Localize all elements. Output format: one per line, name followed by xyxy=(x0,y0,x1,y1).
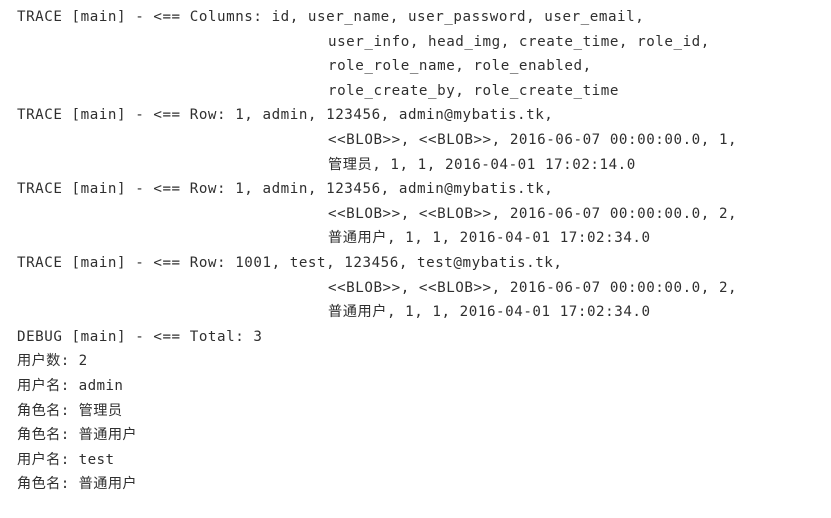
log-line-user-name-1: 用户名: admin xyxy=(17,377,124,394)
log-line-user-count: 用户数: 2 xyxy=(17,353,88,370)
log-line-row1-c1: <<BLOB>>, <<BLOB>>, 2016-06-07 00:00:00.… xyxy=(328,131,738,148)
log-line-columns-c1: user_info, head_img, create_time, role_i… xyxy=(328,33,710,50)
log-line-role-name-2: 角色名: 普通用户 xyxy=(17,427,137,444)
log-line-total: DEBUG [main] - <== Total: 3 xyxy=(17,328,263,345)
log-line-row1-head: TRACE [main] - <== Row: 1, admin, 123456… xyxy=(17,107,554,124)
log-line-columns-c2: role_role_name, role_enabled, xyxy=(328,58,592,75)
log-line-row3-head: TRACE [main] - <== Row: 1001, test, 1234… xyxy=(17,254,563,271)
log-line-row3-c2: 普通用户, 1, 1, 2016-04-01 17:02:34.0 xyxy=(328,304,651,321)
log-line-user-name-2: 用户名: test xyxy=(17,451,115,468)
log-line-columns-c3: role_create_by, role_create_time xyxy=(328,82,619,99)
log-line-row2-head: TRACE [main] - <== Row: 1, admin, 123456… xyxy=(17,181,554,198)
log-line-role-name-3: 角色名: 普通用户 xyxy=(17,476,137,493)
log-line-row2-c1: <<BLOB>>, <<BLOB>>, 2016-06-07 00:00:00.… xyxy=(328,205,738,222)
log-line-role-name-1: 角色名: 管理员 xyxy=(17,402,123,419)
console-output-panel[interactable]: TRACE [main] - <== Columns: id, user_nam… xyxy=(0,0,831,518)
log-line-row2-c2: 普通用户, 1, 1, 2016-04-01 17:02:34.0 xyxy=(328,230,651,247)
log-line-columns-head: TRACE [main] - <== Columns: id, user_nam… xyxy=(17,9,645,25)
log-line-row1-c2: 管理员, 1, 1, 2016-04-01 17:02:14.0 xyxy=(328,156,636,173)
log-line-row3-c1: <<BLOB>>, <<BLOB>>, 2016-06-07 00:00:00.… xyxy=(328,279,738,296)
